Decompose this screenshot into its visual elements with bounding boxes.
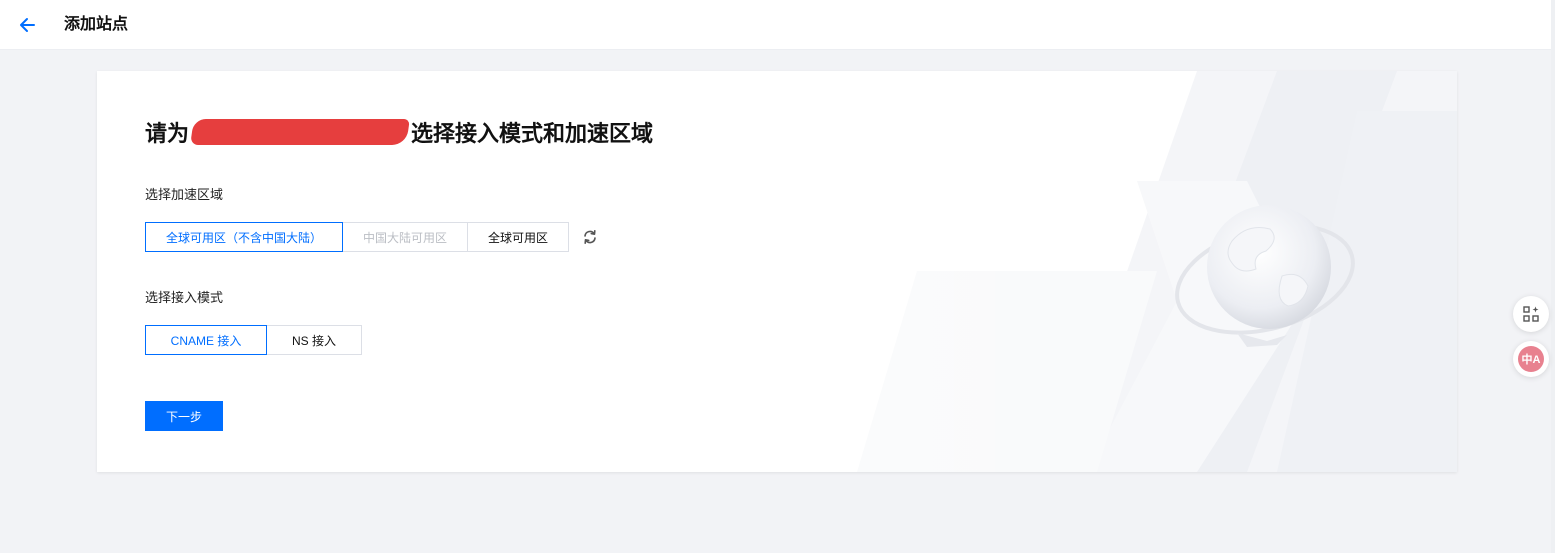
apps-sparkle-icon xyxy=(1523,306,1539,322)
region-option-global-excl-china[interactable]: 全球可用区（不含中国大陆） xyxy=(145,222,343,252)
apps-button[interactable] xyxy=(1513,296,1549,332)
access-mode-label: 选择接入模式 xyxy=(145,290,224,305)
page-title: 添加站点 xyxy=(64,16,129,33)
region-option-china-mainland[interactable]: 中国大陆可用区 xyxy=(342,222,468,252)
top-bar: 添加站点 xyxy=(0,0,1555,50)
title-suffix: 选择接入模式和加速区域 xyxy=(411,121,654,146)
back-button[interactable] xyxy=(16,14,38,36)
access-mode-selector: CNAME 接入 NS 接入 xyxy=(145,325,362,355)
redacted-domain xyxy=(190,119,410,145)
site-setup-card: 请为 选择接入模式和加速区域 选择加速区域 全球可用区（不含中国大陆） 中国大陆… xyxy=(97,71,1457,472)
mode-option-ns[interactable]: NS 接入 xyxy=(266,325,362,355)
refresh-icon[interactable] xyxy=(581,228,599,246)
translate-icon: 中A xyxy=(1518,346,1544,372)
scrollbar-track[interactable] xyxy=(1551,0,1555,553)
card-title: 请为 选择接入模式和加速区域 xyxy=(145,116,653,148)
translate-button[interactable]: 中A xyxy=(1513,341,1549,377)
arrow-left-icon xyxy=(20,18,35,32)
region-label: 选择加速区域 xyxy=(145,187,224,202)
next-step-button[interactable]: 下一步 xyxy=(145,401,223,431)
mode-option-cname[interactable]: CNAME 接入 xyxy=(145,325,267,355)
title-prefix: 请为 xyxy=(145,121,190,146)
region-option-global[interactable]: 全球可用区 xyxy=(467,222,569,252)
region-selector: 全球可用区（不含中国大陆） 中国大陆可用区 全球可用区 xyxy=(145,222,569,252)
